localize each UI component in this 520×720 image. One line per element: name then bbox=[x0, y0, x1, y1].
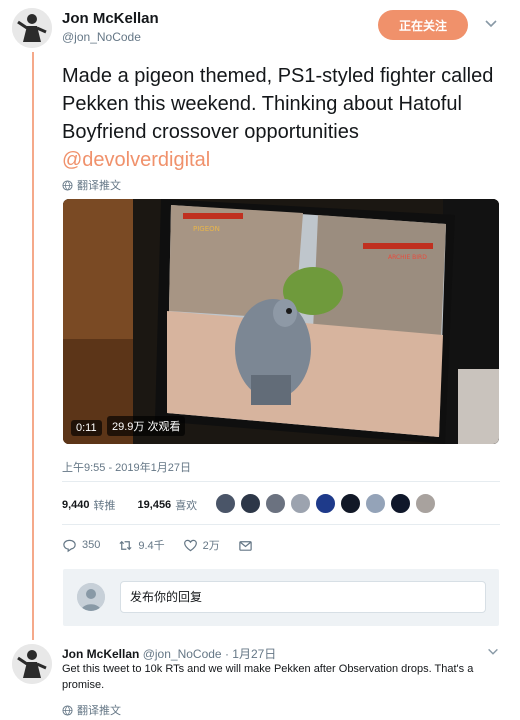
liker-avatar[interactable] bbox=[290, 493, 311, 514]
reply-translate[interactable]: 翻译推文 bbox=[62, 702, 121, 718]
globe-icon bbox=[62, 179, 73, 191]
avatar-image bbox=[12, 8, 52, 48]
engagement-stats: 9,440 转推 19,456 喜欢 bbox=[62, 497, 197, 513]
reply-author-avatar[interactable] bbox=[12, 644, 52, 684]
video-thumbnail: PIGEON ARCHIE BIRD bbox=[63, 199, 499, 444]
retweet-action-count: 9.4千 bbox=[138, 540, 165, 552]
author-avatar[interactable] bbox=[12, 8, 52, 48]
reply-composer: 发布你的回复 bbox=[63, 569, 499, 626]
liker-avatar[interactable] bbox=[240, 493, 261, 514]
reply-input[interactable]: 发布你的回复 bbox=[120, 581, 486, 613]
liker-avatar[interactable] bbox=[215, 493, 236, 514]
tweet-timestamp[interactable]: 上午9:55 - 2019年1月27日 bbox=[62, 459, 191, 475]
reply-author-name[interactable]: Jon McKellan bbox=[62, 647, 139, 661]
reply-header: Jon McKellan @jon_NoCode · 1月27日 bbox=[62, 645, 276, 662]
retweet-button[interactable]: 9.4千 bbox=[118, 537, 165, 553]
mention-link[interactable]: @devolverdigital bbox=[62, 149, 210, 171]
chevron-down-icon[interactable] bbox=[483, 16, 499, 32]
retweet-count[interactable]: 9,440 bbox=[62, 499, 90, 511]
divider bbox=[62, 524, 500, 525]
author-handle[interactable]: @jon_NoCode bbox=[62, 30, 141, 44]
tweet-text: Made a pigeon themed, PS1-styled fighter… bbox=[62, 62, 508, 174]
like-count[interactable]: 19,456 bbox=[138, 499, 172, 511]
avatar-image bbox=[12, 644, 52, 684]
tweet-body: Made a pigeon themed, PS1-styled fighter… bbox=[62, 65, 494, 143]
svg-text:ARCHIE BIRD: ARCHIE BIRD bbox=[388, 254, 427, 261]
translate-label: 翻译推文 bbox=[77, 705, 121, 717]
globe-icon bbox=[62, 704, 73, 716]
tweet-actions: 350 9.4千 2万 bbox=[62, 537, 271, 553]
liker-avatar[interactable] bbox=[365, 493, 386, 514]
heart-icon bbox=[183, 539, 197, 551]
translate-label: 翻译推文 bbox=[77, 180, 121, 192]
reply-date[interactable]: · 1月27日 bbox=[225, 647, 276, 661]
divider bbox=[62, 481, 500, 482]
message-button[interactable] bbox=[238, 538, 253, 553]
like-label[interactable]: 喜欢 bbox=[175, 497, 197, 513]
like-action-count: 2万 bbox=[202, 540, 220, 552]
default-avatar-icon bbox=[77, 583, 105, 611]
liker-avatar[interactable] bbox=[390, 493, 411, 514]
retweet-icon bbox=[119, 540, 132, 550]
thread-line bbox=[32, 52, 34, 640]
envelope-icon bbox=[239, 540, 252, 551]
reply-button[interactable]: 350 bbox=[62, 538, 100, 553]
liker-avatar[interactable] bbox=[415, 493, 436, 514]
like-button[interactable]: 2万 bbox=[183, 537, 220, 553]
liker-avatar[interactable] bbox=[265, 493, 286, 514]
reply-text: Get this tweet to 10k RTs and we will ma… bbox=[62, 663, 474, 691]
reply-icon bbox=[63, 539, 76, 552]
liker-avatar[interactable] bbox=[340, 493, 361, 514]
translate-tweet[interactable]: 翻译推文 bbox=[62, 177, 121, 193]
retweet-label[interactable]: 转推 bbox=[94, 497, 116, 513]
svg-text:PIGEON: PIGEON bbox=[193, 225, 220, 233]
liker-avatars[interactable] bbox=[215, 493, 436, 514]
reply-author-handle[interactable]: @jon_NoCode bbox=[143, 647, 222, 661]
following-button[interactable]: 正在关注 bbox=[378, 10, 468, 40]
author-name[interactable]: Jon McKellan bbox=[62, 10, 159, 27]
chevron-down-icon[interactable] bbox=[486, 645, 500, 659]
reply-count: 350 bbox=[82, 539, 101, 551]
video-views: 29.9万 次观看 bbox=[107, 416, 186, 436]
video-player[interactable]: PIGEON ARCHIE BIRD 0:11 29.9万 次观看 bbox=[63, 199, 499, 444]
video-duration: 0:11 bbox=[71, 420, 102, 436]
user-avatar bbox=[77, 583, 105, 611]
liker-avatar[interactable] bbox=[315, 493, 336, 514]
